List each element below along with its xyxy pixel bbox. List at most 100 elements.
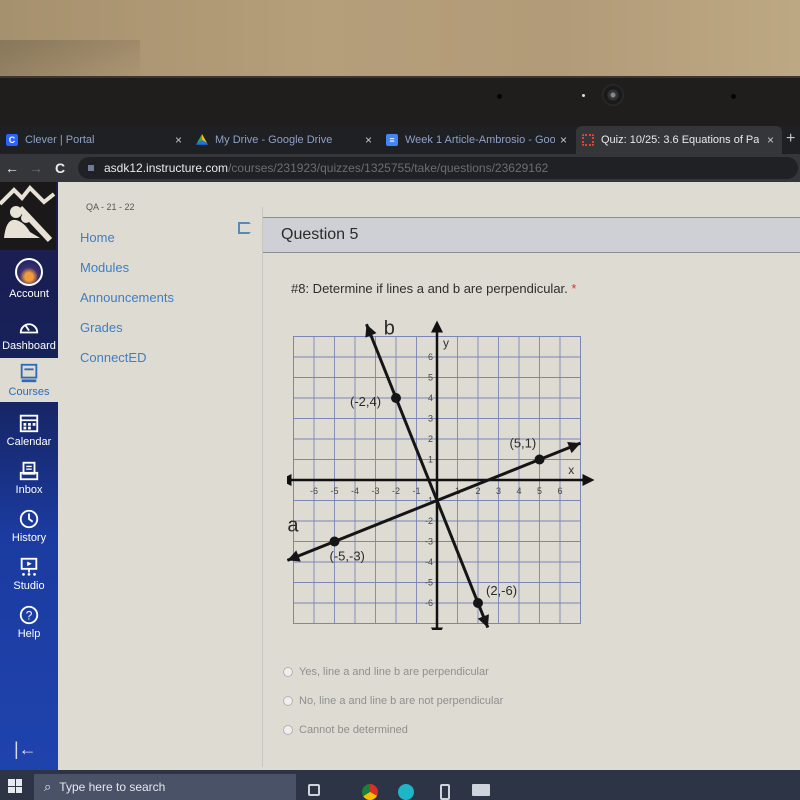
tab-google-drive[interactable]: My Drive - Google Drive × [190, 126, 380, 154]
nav-label: Courses [8, 386, 50, 398]
close-tab-icon[interactable]: × [175, 133, 182, 147]
file-explorer-icon[interactable] [472, 784, 490, 796]
answer-option-cannot-determine[interactable]: Cannot be determined [283, 715, 503, 744]
nav-label: Studio [13, 580, 45, 592]
flag-question-icon[interactable] [238, 222, 254, 234]
course-nav-announcements[interactable]: Announcements [80, 290, 174, 320]
x-axis-label: x [568, 463, 574, 477]
canvas-icon [582, 134, 594, 146]
option-label: Cannot be determined [299, 723, 408, 736]
reload-button[interactable]: C [48, 160, 72, 176]
address-bar[interactable]: asdk12.instructure.com /courses/231923/q… [78, 157, 798, 179]
global-nav-inbox[interactable]: Inbox [0, 460, 58, 496]
photo-of-laptop-screen: C Clever | Portal × My Drive - Google Dr… [0, 0, 800, 800]
new-tab-button[interactable]: + [786, 130, 795, 148]
google-drive-icon [196, 134, 208, 145]
course-nav-grades[interactable]: Grades [80, 320, 174, 350]
taskbar-search[interactable]: ⌕ Type here to search [34, 774, 296, 800]
tab-label: Clever | Portal [25, 134, 95, 146]
x-axis-arrow-left [287, 474, 292, 486]
clever-icon: C [6, 134, 18, 146]
y-tick-label: 5 [428, 373, 433, 383]
svg-text:?: ? [26, 609, 33, 623]
browser-tab-bar: C Clever | Portal × My Drive - Google Dr… [0, 126, 800, 154]
help-icon: ? [19, 605, 39, 625]
global-nav-calendar[interactable]: Calendar [0, 412, 58, 448]
tab-clever[interactable]: C Clever | Portal × [0, 126, 190, 154]
answer-option-yes[interactable]: Yes, line a and line b are perpendicular [283, 657, 503, 686]
x-axis-arrow-right [582, 474, 595, 486]
global-nav-history[interactable]: History [0, 508, 58, 544]
back-button[interactable]: ← [0, 160, 24, 176]
global-nav-dashboard[interactable]: Dashboard [0, 316, 58, 352]
forward-button[interactable]: → [24, 160, 48, 176]
question-title: Question 5 [281, 226, 359, 243]
course-nav-modules[interactable]: Modules [80, 260, 174, 290]
y-axis-arrow-down [431, 627, 443, 630]
line-name-label: b [384, 320, 395, 339]
calendar-icon [19, 414, 39, 433]
global-nav-account[interactable]: Account [0, 258, 58, 300]
inbox-icon [19, 461, 39, 481]
y-tick-label: -6 [425, 598, 433, 608]
global-nav-help[interactable]: ? Help [0, 604, 58, 640]
windows-taskbar: ⌕ Type here to search [0, 770, 800, 800]
nav-label: Inbox [15, 484, 43, 496]
store-icon[interactable] [440, 784, 450, 800]
avatar [15, 258, 43, 286]
x-tick-label: -1 [412, 486, 420, 496]
question-prompt-text: #8: Determine if lines a and b are perpe… [291, 281, 568, 296]
course-navigation: QA - 21 - 22 Home Modules Announcements … [80, 202, 174, 380]
x-tick-label: 5 [537, 486, 542, 496]
y-tick-label: 3 [428, 414, 433, 424]
y-tick-label: -3 [425, 537, 433, 547]
x-tick-label: -5 [330, 486, 338, 496]
site-info-icon[interactable] [88, 165, 94, 171]
nav-label: Help [17, 628, 41, 640]
chrome-icon[interactable] [362, 784, 378, 800]
radio-button[interactable] [283, 695, 293, 706]
y-tick-label: 2 [428, 434, 433, 444]
global-nav-studio[interactable]: Studio [0, 556, 58, 592]
canvas-page: Account Dashboard Courses Calendar Inbox… [0, 182, 800, 770]
edge-icon[interactable] [398, 784, 414, 800]
x-tick-label: -2 [392, 486, 400, 496]
collapse-nav-button[interactable]: |← [14, 739, 37, 760]
radio-button[interactable] [283, 666, 293, 677]
y-tick-label: -4 [425, 557, 433, 567]
course-nav-connected[interactable]: ConnectED [80, 350, 174, 380]
course-term: QA - 21 - 22 [86, 202, 135, 212]
close-tab-icon[interactable]: × [767, 133, 774, 147]
tab-canvas-quiz[interactable]: Quiz: 10/25: 3.6 Equations of Pa × [576, 126, 782, 154]
tab-google-docs[interactable]: ≡ Week 1 Article-Ambrosio - Goo × [380, 126, 575, 154]
answer-option-no[interactable]: No, line a and line b are not perpendicu… [283, 686, 503, 715]
logo-icon [0, 185, 56, 243]
x-tick-label: -4 [351, 486, 359, 496]
x-tick-label: 3 [496, 486, 501, 496]
option-label: Yes, line a and line b are perpendicular [299, 665, 489, 678]
windows-start-icon[interactable] [8, 779, 22, 793]
studio-icon [20, 557, 38, 576]
school-logo[interactable] [0, 182, 56, 250]
browser-toolbar: ← → C asdk12.instructure.com /courses/23… [0, 154, 800, 182]
option-label: No, line a and line b are not perpendicu… [299, 694, 504, 707]
point-label: (-5,-3) [330, 549, 365, 564]
y-tick-label: -5 [425, 578, 433, 588]
answer-options: Yes, line a and line b are perpendicular… [283, 657, 503, 744]
radio-button[interactable] [283, 724, 293, 735]
x-tick-label: 4 [516, 486, 521, 496]
x-tick-label: 6 [557, 486, 562, 496]
nav-label: Account [9, 288, 49, 300]
course-nav-home[interactable]: Home [80, 230, 174, 260]
y-tick-label: 6 [428, 352, 433, 362]
global-nav-courses[interactable]: Courses [0, 358, 58, 402]
task-view-icon[interactable] [308, 784, 320, 796]
camera-led [582, 94, 585, 97]
point-marker [534, 454, 545, 465]
laptop-bezel [0, 76, 800, 126]
close-tab-icon[interactable]: × [560, 133, 567, 147]
point-marker [391, 393, 401, 403]
point-label: (2,-6) [486, 583, 517, 598]
nav-label: Dashboard [2, 340, 56, 352]
close-tab-icon[interactable]: × [365, 133, 372, 147]
